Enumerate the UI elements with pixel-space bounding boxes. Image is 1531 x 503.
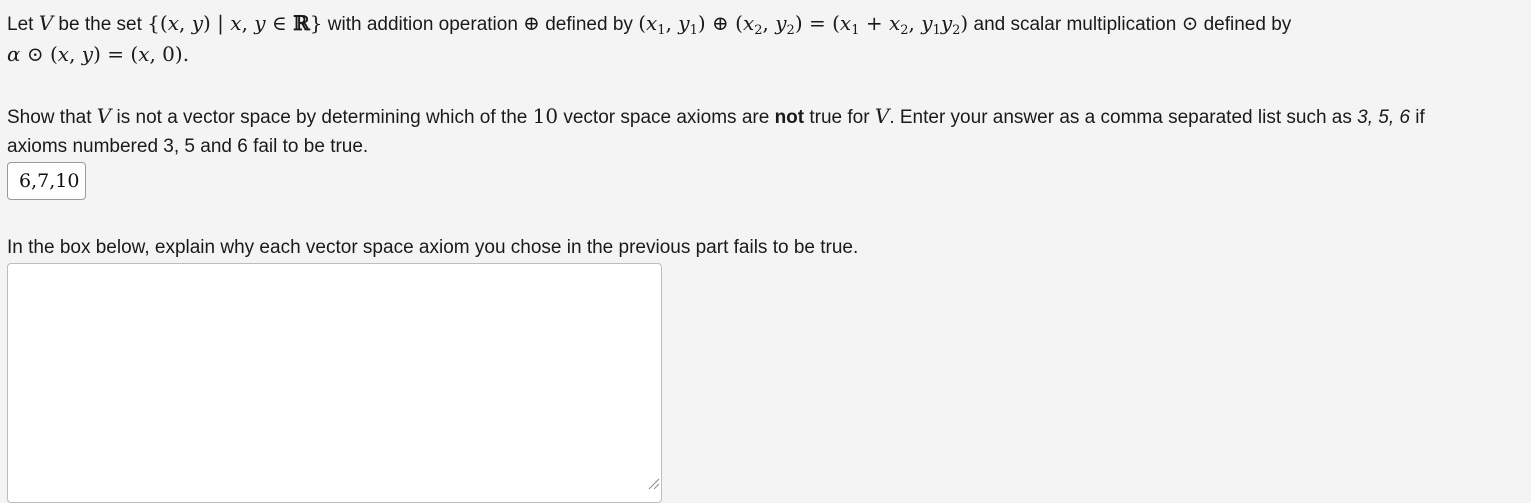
math-number-10: 10 <box>532 104 559 128</box>
math-var-V-3: V <box>874 104 890 128</box>
problem-line-1: Let V be the set {(x, y) | x, y ∈ ℝ} wit… <box>7 10 1291 38</box>
resize-handle-icon[interactable] <box>646 476 660 490</box>
question-text-is-not: is not a vector space by determining whi… <box>111 107 533 128</box>
math-addition-definition: (x1, y1) ⊕ (x2, y2) = (x1 + x2, y1y2) <box>638 11 969 38</box>
problem-text-be-set: be the set <box>53 14 148 35</box>
question-text-if: if <box>1409 107 1425 128</box>
question-text-axioms-numbered: axioms numbered 3, 5 and 6 fail to be tr… <box>7 136 369 157</box>
odot-symbol: ⊙ <box>1181 11 1199 35</box>
problem-line-2: α ⊙ (x, y) = (x, 0). <box>7 41 189 69</box>
explain-prompt: In the box below, explain why each vecto… <box>7 235 858 261</box>
math-scalar-definition: α ⊙ (x, y) = (x, 0). <box>7 42 190 66</box>
problem-text-defined-by: defined by <box>539 14 639 35</box>
question-line-1: Show that V is not a vector space by det… <box>7 103 1425 131</box>
problem-text-scalar: and scalar multiplication <box>968 14 1182 35</box>
question-text-axioms-are: vector space axioms are <box>558 107 775 128</box>
question-text-true-for: true for <box>804 107 875 128</box>
problem-text-addition: with addition operation <box>322 14 524 35</box>
oplus-symbol: ⊕ <box>523 11 540 35</box>
explain-prompt-text: In the box below, explain why each vecto… <box>7 237 859 258</box>
question-text-not-bold: not <box>774 107 805 128</box>
question-text-enter-answer: . Enter your answer as a comma separated… <box>889 107 1358 128</box>
explanation-textarea[interactable] <box>7 263 662 503</box>
math-var-V-2: V <box>96 104 112 128</box>
math-set-expression: {(x, y) | x, y ∈ ℝ} <box>147 11 323 35</box>
question-text-show: Show that <box>7 107 97 128</box>
answer-input[interactable]: 6,7,10 <box>7 162 86 200</box>
problem-text-let: Let <box>7 14 39 35</box>
question-text-example-list: 3, 5, 6 <box>1357 107 1410 128</box>
math-var-V: V <box>38 11 54 35</box>
problem-text-defined-by-2: defined by <box>1198 14 1292 35</box>
question-line-2: axioms numbered 3, 5 and 6 fail to be tr… <box>7 134 368 160</box>
